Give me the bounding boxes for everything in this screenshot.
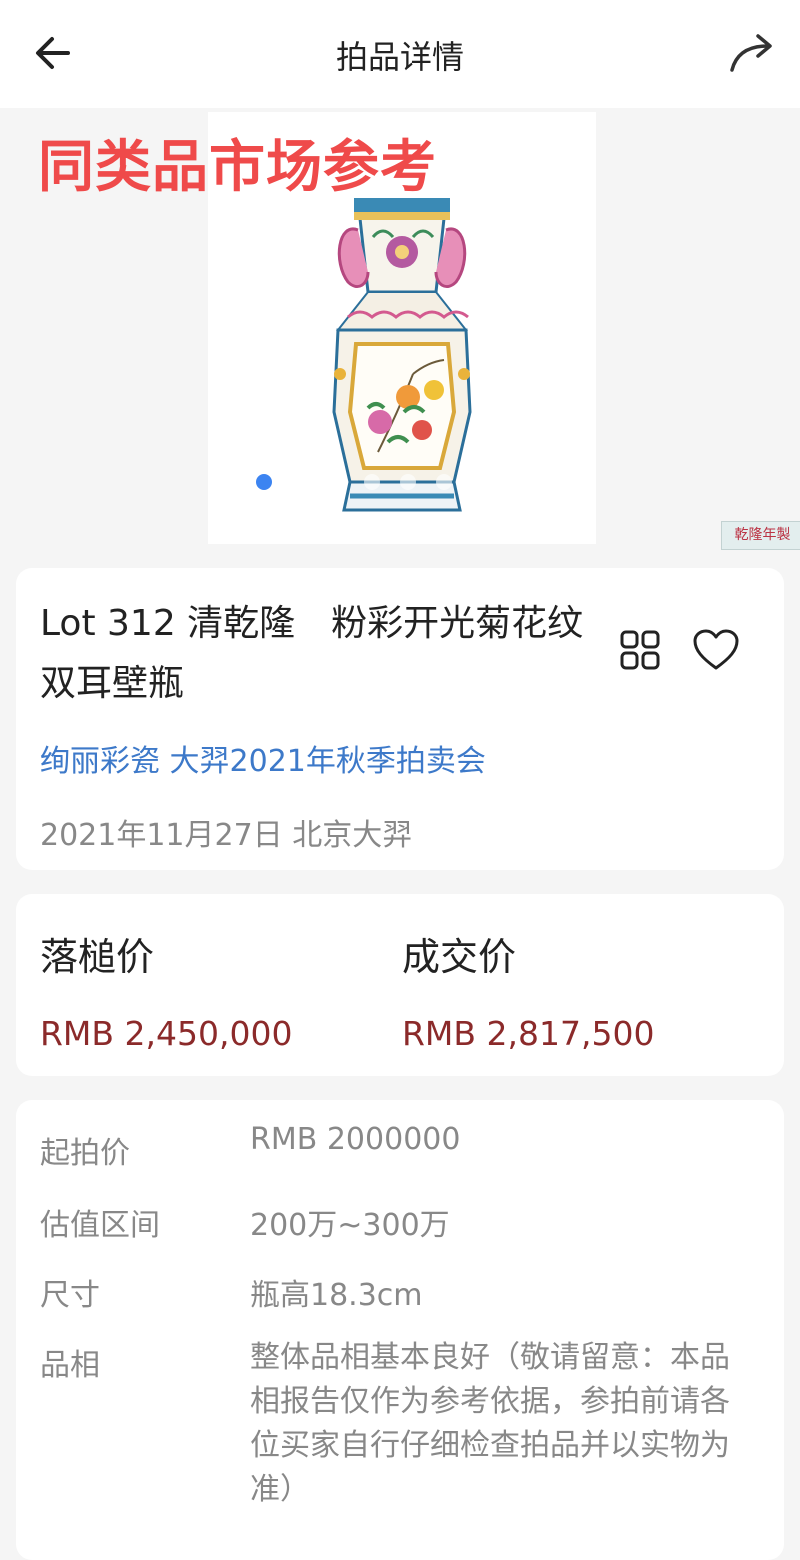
starting-price-value: RMB 2000000 [250, 1122, 461, 1157]
condition-label: 品相 [40, 1348, 100, 1383]
price-card: 落槌价 RMB 2,450,000 成交价 RMB 2,817,500 [16, 894, 784, 1076]
condition-value: 整体品相基本良好（敬请留意：本品相报告仅作为参考依据，参拍前请各位买家自行仔细检… [250, 1340, 730, 1507]
hammer-price-label: 落槌价 [40, 935, 155, 979]
lot-title: Lot 312 清乾隆 粉彩开光菊花纹双耳壁瓶 [40, 603, 584, 704]
dimensions-value: 瓶高18.3cm [250, 1278, 423, 1313]
carousel-dot[interactable] [400, 474, 416, 490]
top-nav-bar: 拍品详情 [0, 0, 800, 109]
lot-details-card: 起拍价 RMB 2000000 估值区间 200万~300万 尺寸 瓶高18.3… [16, 1100, 784, 1560]
hammer-price-value: RMB 2,450,000 [40, 1014, 293, 1053]
heart-icon[interactable] [692, 628, 740, 672]
page-title: 拍品详情 [335, 38, 464, 76]
auction-sale-link[interactable]: 绚丽彩瓷 大羿2021年秋季拍卖会 [40, 736, 486, 780]
sold-price-label: 成交价 [402, 935, 517, 979]
sold-price-value: RMB 2,817,500 [402, 1014, 655, 1053]
carousel-dot[interactable] [328, 474, 344, 490]
carousel-dot[interactable] [292, 474, 308, 490]
carousel-dot[interactable] [436, 474, 452, 490]
market-reference-overlay: 同类品市场参考 [38, 135, 437, 200]
carousel-indicator [256, 474, 452, 490]
carousel-dot-active[interactable] [256, 474, 272, 490]
share-arrow-icon[interactable] [726, 28, 778, 78]
lot-info-card: Lot 312 清乾隆 粉彩开光菊花纹双耳壁瓶 绚丽彩瓷 大羿2021年秋季拍卖… [16, 568, 784, 870]
auction-date-location: 2021年11月27日 北京大羿 [40, 818, 413, 853]
estimate-label: 估值区间 [40, 1208, 160, 1243]
dimensions-label: 尺寸 [40, 1278, 100, 1313]
image-carousel[interactable]: 乾隆年製 同类品市场参考 [0, 108, 800, 550]
estimate-value: 200万~300万 [250, 1208, 450, 1243]
grid-icon[interactable] [620, 630, 660, 670]
carousel-dot[interactable] [364, 474, 380, 490]
starting-price-label: 起拍价 [40, 1136, 130, 1171]
reign-mark-seal: 乾隆年製 [721, 521, 800, 550]
